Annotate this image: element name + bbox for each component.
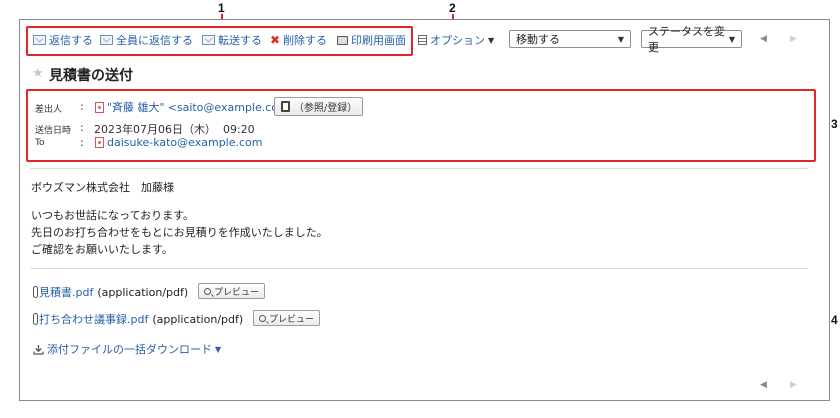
options-caret-icon: ▼ [488, 35, 495, 45]
address-book-label: （参照/登録） [293, 103, 358, 114]
callout-number-4: 4 [831, 313, 838, 327]
options-label: オプション [430, 34, 485, 47]
next-page-button-bottom[interactable]: ▶ [790, 380, 797, 390]
body-divider [30, 268, 808, 269]
download-all-label: 添付ファイルの一括ダウンロード [47, 343, 212, 356]
reply-button[interactable]: 返信する [33, 32, 93, 48]
move-select-value: 移動する [516, 33, 560, 46]
print-button[interactable]: 印刷用画面 [337, 32, 406, 48]
recipient-link[interactable]: daisuke-kato@example.com [95, 136, 263, 149]
body-line-3: ご確認をお願いいたします。 [31, 243, 173, 256]
mail-subject: 見積書の送付 [49, 68, 133, 84]
delete-button[interactable]: ✖ 削除する [270, 32, 327, 48]
body-line-1: いつもお世話になっております。 [31, 209, 195, 222]
prev-page-button-bottom[interactable]: ◀ [760, 380, 767, 390]
download-icon [33, 344, 44, 355]
reply-label: 返信する [49, 34, 93, 47]
attachment-link[interactable]: 見積書.pdf [39, 284, 93, 300]
sender-name: "斉藤 雄大" [107, 101, 165, 114]
recipient-person-icon [95, 137, 104, 148]
date-value: 2023年07月06日（木） 09:20 [94, 123, 255, 136]
reply-all-button[interactable]: 全員に返信する [100, 32, 193, 48]
preview-label: プレビュー [269, 314, 315, 325]
move-select[interactable]: 移動する ▼ [509, 30, 631, 48]
callout-number-3: 3 [831, 117, 838, 131]
recipient-email: daisuke-kato@example.com [107, 136, 263, 149]
magnifier-icon [259, 314, 266, 322]
printer-icon [337, 35, 348, 45]
person-icon [95, 101, 104, 113]
attachment-type: (application/pdf) [97, 285, 189, 299]
date-label: 送信日時 [35, 126, 72, 136]
options-list-icon [418, 35, 427, 45]
header-divider [30, 168, 808, 169]
forward-mail-icon [202, 35, 215, 45]
paperclip-icon [33, 286, 38, 298]
sender-colon: : [80, 100, 84, 113]
reply-all-mail-icon [100, 35, 113, 45]
star-icon[interactable]: ★ [32, 66, 44, 81]
status-select-caret-icon: ▼ [728, 34, 735, 44]
attachment-type: (application/pdf) [152, 312, 244, 326]
to-label: To [35, 138, 45, 148]
delete-label: 削除する [283, 34, 328, 47]
sender-link[interactable]: "斉藤 雄大" <saito@example.com> [95, 99, 298, 115]
reply-all-label: 全員に返信する [116, 34, 193, 47]
sender-label: 差出人 [35, 105, 63, 115]
download-all-link[interactable]: 添付ファイルの一括ダウンロード ▼ [33, 341, 221, 357]
preview-button[interactable]: プレビュー [253, 310, 321, 326]
forward-label: 転送する [218, 34, 262, 47]
magnifier-icon [204, 287, 211, 295]
address-book-button[interactable]: （参照/登録） [274, 97, 363, 116]
preview-button[interactable]: プレビュー [198, 283, 266, 299]
attachment-row: 見積書.pdf (application/pdf) [33, 284, 188, 300]
date-colon: : [80, 121, 84, 134]
move-select-caret-icon: ▼ [617, 34, 624, 44]
status-select[interactable]: ステータスを変更 ▼ [641, 25, 742, 54]
attachment-row: 打ち合わせ議事録.pdf (application/pdf) [33, 311, 243, 327]
reply-mail-icon [33, 35, 46, 45]
body-line-2: 先日のお打ち合わせをもとにお見積りを作成いたしました。 [31, 226, 328, 239]
callout-number-2: 2 [449, 1, 456, 15]
to-colon: : [80, 136, 84, 149]
preview-label: プレビュー [214, 287, 260, 298]
attachment-link[interactable]: 打ち合わせ議事録.pdf [39, 311, 148, 327]
paperclip-icon [33, 313, 38, 325]
print-label: 印刷用画面 [351, 34, 406, 47]
callout-number-1: 1 [218, 1, 225, 15]
body-greeting: ボウズマン株式会社 加藤様 [31, 181, 174, 194]
status-select-value: ステータスを変更 [648, 25, 725, 54]
address-book-icon [281, 101, 290, 112]
delete-x-icon: ✖ [270, 33, 281, 47]
prev-page-button[interactable]: ◀ [760, 34, 767, 44]
forward-button[interactable]: 転送する [202, 32, 262, 48]
download-caret-icon: ▼ [215, 344, 222, 354]
options-menu-button[interactable]: オプション ▼ [418, 32, 494, 48]
next-page-button[interactable]: ▶ [790, 34, 797, 44]
